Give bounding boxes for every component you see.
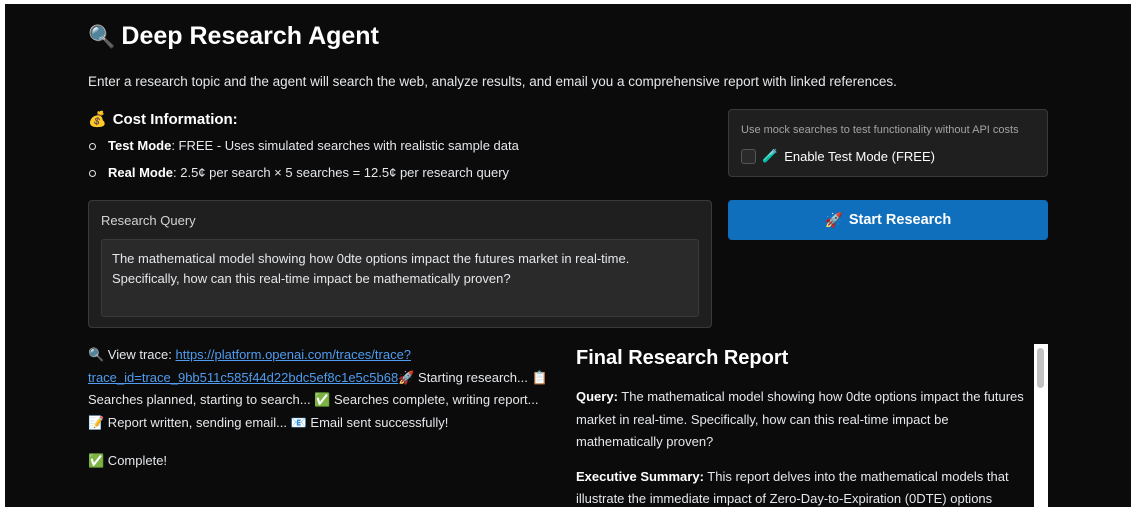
test-mode-hint: Use mock searches to test functionality … [741, 124, 1019, 136]
log-step-report-written: Report written, sending email... [104, 414, 291, 430]
check-icon: ✅ [314, 392, 331, 407]
log-step-email-sent: Email sent successfully! [306, 414, 449, 430]
report-summary-label: Executive Summary: [576, 468, 704, 484]
start-research-label: Start Research [848, 212, 952, 228]
test-mode-toggle[interactable]: 🧪 Enable Test Mode (FREE) [741, 148, 935, 164]
cost-item-label: Test Mode [108, 138, 172, 153]
complete-text: Complete! [104, 453, 168, 468]
memo-icon: 📝 [88, 414, 105, 430]
report-scrollbar[interactable] [1034, 344, 1048, 507]
page-title: 🔍 Deep Research Agent [88, 22, 379, 51]
report-title: Final Research Report [576, 347, 789, 369]
cost-item-text: : FREE - Uses simulated searches with re… [171, 138, 519, 153]
research-query-input[interactable]: The mathematical model showing how 0dte … [101, 239, 699, 317]
cost-heading: 💰 Cost Information: [88, 110, 238, 129]
cost-list: Test Mode: FREE - Uses simulated searche… [88, 138, 519, 192]
rocket-icon: 🚀 [824, 212, 843, 229]
report-query: Query: The mathematical model showing ho… [576, 386, 1034, 454]
test-mode-label: Enable Test Mode (FREE) [784, 148, 935, 164]
report-summary: Executive Summary: This report delves in… [576, 466, 1034, 507]
trace-label: View trace: [104, 347, 176, 362]
app-window: 🔍 Deep Research Agent Enter a research t… [5, 4, 1131, 507]
log-step-starting: Starting research... [414, 369, 532, 385]
progress-log: 🔍 View trace: https://platform.openai.co… [88, 344, 558, 434]
rocket-icon: 🚀 [398, 369, 415, 385]
cost-item-test-mode: Test Mode: FREE - Uses simulated searche… [88, 138, 519, 165]
report-query-label: Query: [576, 389, 618, 404]
test-tube-icon: 🧪 [762, 148, 779, 163]
test-mode-panel: Use mock searches to test functionality … [728, 109, 1048, 177]
cost-item-text: : 2.5¢ per search × 5 searches = 12.5¢ p… [173, 165, 510, 180]
cost-item-real-mode: Real Mode: 2.5¢ per search × 5 searches … [88, 165, 519, 192]
report-query-text: The mathematical model showing how 0dte … [576, 389, 1024, 449]
test-mode-checkbox[interactable] [741, 148, 756, 164]
start-research-button[interactable]: 🚀 Start Research [728, 200, 1048, 240]
money-bag-icon: 💰 [88, 111, 107, 128]
final-report: Final Research Report Query: The mathema… [576, 344, 1034, 507]
intro-text: Enter a research topic and the agent wil… [88, 74, 897, 89]
research-query-label: Research Query [101, 213, 196, 228]
clipboard-icon: 📋 [531, 369, 548, 385]
cost-item-label: Real Mode [108, 165, 174, 180]
log-step-searches-complete: Searches complete, writing report... [330, 392, 539, 407]
email-icon: 📧 [290, 414, 307, 430]
cost-heading-text: Cost Information: [112, 110, 238, 128]
magnifier-icon: 🔍 [88, 23, 116, 49]
research-query-panel: Research Query The mathematical model sh… [88, 200, 712, 328]
report-scrollbar-thumb[interactable] [1037, 348, 1044, 388]
log-step-planned: Searches planned, starting to search... [88, 392, 315, 407]
check-icon: ✅ [88, 453, 105, 468]
complete-status: ✅ Complete! [88, 453, 167, 469]
page-title-text: Deep Research Agent [121, 22, 379, 50]
magnifier-icon: 🔍 [88, 347, 105, 362]
